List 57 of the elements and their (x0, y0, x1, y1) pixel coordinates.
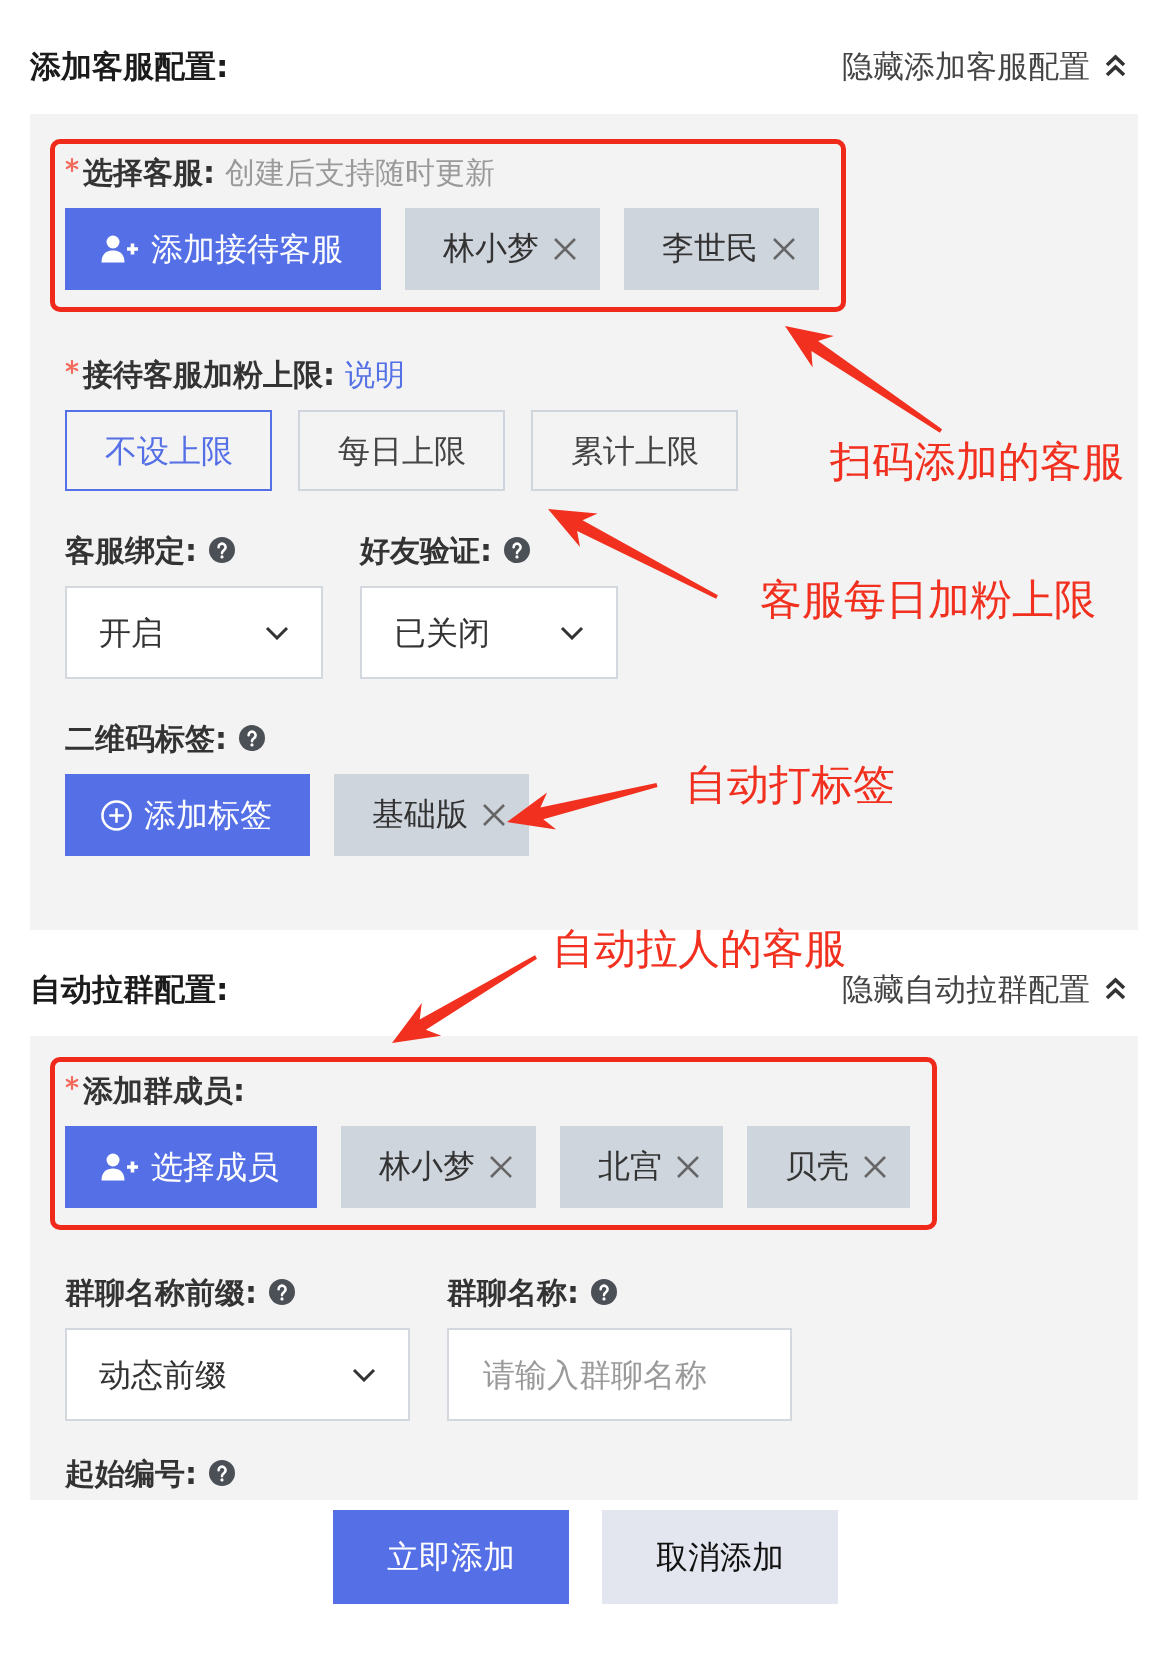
submit-button[interactable]: 立即添加 (332, 1510, 569, 1604)
double-chevron-up-icon (1104, 977, 1127, 1001)
section-title: 自动拉群配置: (30, 973, 229, 1005)
limit-option[interactable]: 不设上限 (65, 410, 272, 491)
double-chevron-up-icon (1104, 54, 1127, 78)
field-label: 起始编号: (65, 1456, 197, 1490)
tag-text: 北宫 (598, 1149, 662, 1185)
help-icon[interactable] (269, 1279, 295, 1305)
field-label: 客服绑定: (65, 533, 197, 567)
field-label: 接待客服加粉上限: (83, 357, 335, 391)
close-icon[interactable] (676, 1155, 700, 1179)
cancel-button[interactable]: 取消添加 (601, 1510, 838, 1604)
text-input[interactable]: 请输入群聊名称 (447, 1328, 792, 1421)
annotation-text: 自动拉人的客服 (552, 928, 846, 970)
help-icon[interactable] (504, 537, 530, 563)
chevron-down-icon (265, 625, 289, 640)
add-member-button[interactable]: 选择成员 (65, 1126, 317, 1208)
annotation-text: 自动打标签 (685, 764, 895, 806)
help-icon[interactable] (209, 1460, 235, 1486)
tag-text: 林小梦 (379, 1149, 475, 1185)
close-icon[interactable] (863, 1155, 887, 1179)
help-link[interactable]: 说明 (345, 357, 405, 391)
field-hint: 创建后支持随时更新 (225, 155, 495, 189)
field-label: 群聊名称: (447, 1275, 579, 1309)
add-tag-button[interactable]: 添加标签 (65, 774, 310, 856)
tag-text: 贝壳 (785, 1149, 849, 1185)
help-icon[interactable] (239, 725, 265, 751)
annotation-text: 扫码添加的客服 (830, 441, 1124, 483)
collapse-toggle[interactable]: 隐藏添加客服配置 (842, 50, 1127, 82)
dropdown-select[interactable]: 已关闭 (360, 586, 618, 679)
add-member-button[interactable]: 添加接待客服 (65, 208, 381, 290)
annotation-text: 客服每日加粉上限 (760, 579, 1096, 621)
tag-text: 基础版 (372, 797, 468, 833)
field-label: 好友验证: (360, 533, 492, 567)
section-title: 添加客服配置: (30, 50, 229, 82)
user-plus-icon (101, 235, 139, 263)
plus-circle-icon (101, 799, 132, 831)
dropdown-select[interactable]: 开启 (65, 586, 323, 679)
field-label: 二维码标签: (65, 721, 227, 755)
help-icon[interactable] (591, 1279, 617, 1305)
user-plus-icon (101, 1153, 139, 1181)
chevron-down-icon (352, 1367, 376, 1382)
close-icon[interactable] (772, 237, 796, 261)
close-icon[interactable] (489, 1155, 513, 1179)
field-label: 群聊名称前缀: (65, 1275, 257, 1309)
chevron-down-icon (560, 625, 584, 640)
field-label: 添加群成员: (83, 1073, 245, 1107)
dropdown-select[interactable]: 动态前缀 (65, 1328, 410, 1421)
help-icon[interactable] (209, 537, 235, 563)
close-icon[interactable] (553, 237, 577, 261)
tag-text: 林小梦 (443, 231, 539, 267)
tag-text: 李世民 (662, 231, 758, 267)
limit-option[interactable]: 每日上限 (298, 410, 505, 491)
limit-option[interactable]: 累计上限 (531, 410, 738, 491)
collapse-toggle[interactable]: 隐藏自动拉群配置 (842, 973, 1127, 1005)
close-icon[interactable] (482, 803, 506, 827)
field-label: 选择客服: (83, 155, 215, 189)
